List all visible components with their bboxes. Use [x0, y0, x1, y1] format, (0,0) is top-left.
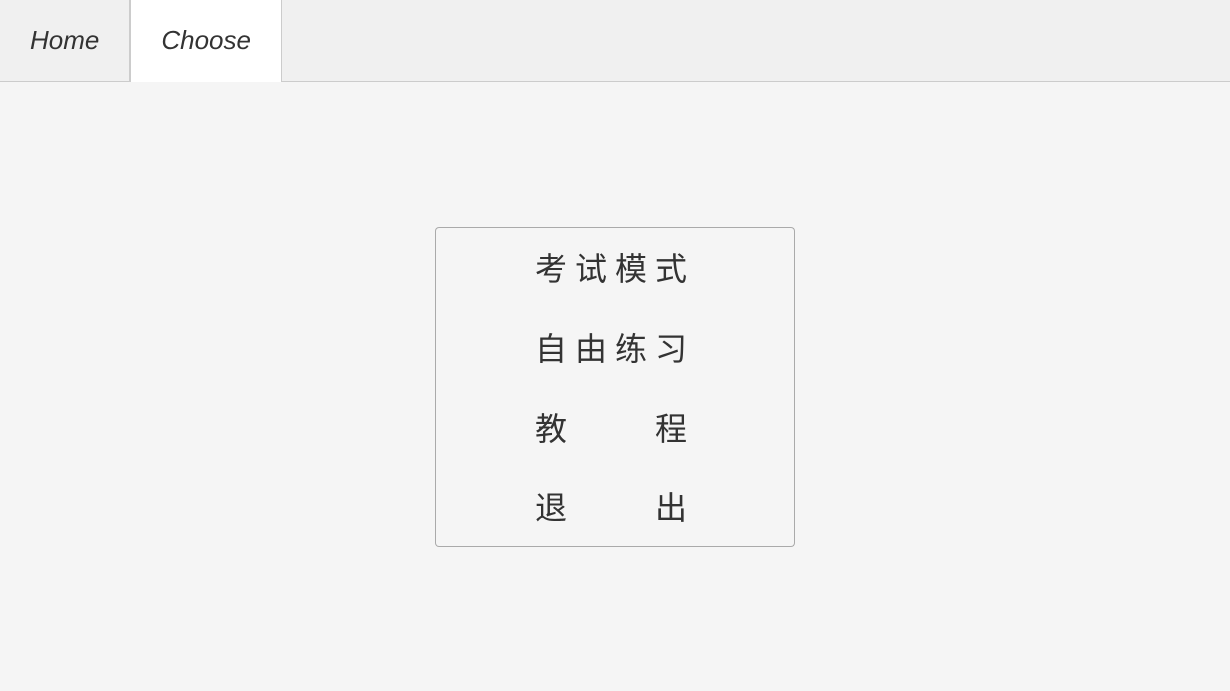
tab-choose[interactable]: Choose	[130, 0, 282, 81]
exit-button[interactable]: 退 出	[435, 467, 795, 547]
main-content: 考试模式 自由练习 教 程 退 出	[0, 82, 1230, 691]
menu-button-group: 考试模式 自由练习 教 程 退 出	[435, 227, 795, 547]
tab-home[interactable]: Home	[0, 0, 130, 81]
exam-mode-button[interactable]: 考试模式	[435, 227, 795, 307]
tab-bar: Home Choose	[0, 0, 1230, 82]
free-practice-button[interactable]: 自由练习	[435, 307, 795, 387]
tutorial-button[interactable]: 教 程	[435, 387, 795, 467]
